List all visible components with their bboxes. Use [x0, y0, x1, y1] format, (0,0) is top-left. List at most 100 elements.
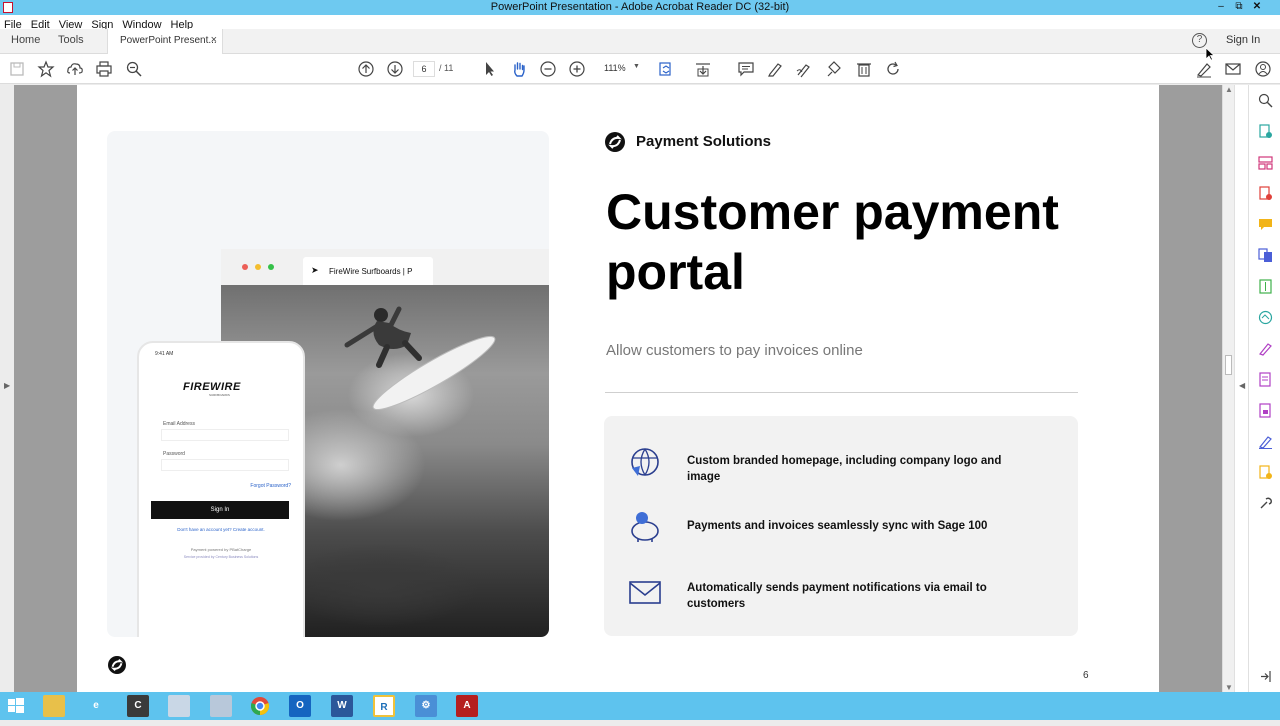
share-user-icon[interactable] — [1254, 60, 1272, 78]
app-c-icon[interactable]: C — [127, 695, 149, 717]
window-title: PowerPoint Presentation - Adobe Acrobat … — [490, 1, 790, 13]
divider — [605, 392, 1078, 393]
create-pdf-icon[interactable] — [1258, 186, 1273, 201]
protect-icon[interactable] — [1258, 403, 1273, 418]
compress-icon[interactable] — [1258, 279, 1273, 294]
slide-subheading: Allow customers to pay invoices online — [606, 342, 863, 359]
tab-home[interactable]: Home — [11, 34, 40, 46]
email-field-label: Email Address — [163, 421, 195, 427]
browser-close-dot — [242, 264, 248, 270]
scroll-mode-icon[interactable] — [694, 60, 712, 78]
send-for-signature-icon[interactable] — [1258, 434, 1273, 449]
print-icon[interactable] — [95, 60, 113, 78]
piggy-bank-icon — [628, 509, 662, 543]
features-panel: Custom branded homepage, including compa… — [604, 416, 1078, 636]
tab-document-label: PowerPoint Present... — [120, 35, 217, 46]
internet-explorer-icon[interactable]: e — [85, 695, 107, 717]
fill-sign-icon[interactable] — [1195, 60, 1213, 78]
outlook-icon[interactable]: O — [289, 695, 311, 717]
windows-taskbar: e C O W R ⚙ A — [0, 692, 1280, 720]
network-icon[interactable] — [210, 695, 232, 717]
feature-text: Payments and invoices seamlessly sync wi… — [687, 520, 988, 532]
footer-logo-icon — [108, 656, 126, 674]
select-cursor-icon[interactable] — [481, 60, 499, 78]
upload-cloud-icon[interactable] — [66, 60, 84, 78]
combine-files-icon[interactable] — [1258, 248, 1273, 263]
stamp-icon[interactable] — [825, 60, 843, 78]
browser-maximize-dot — [268, 264, 274, 270]
zoom-in-icon[interactable] — [568, 60, 586, 78]
minimize-button[interactable]: – — [1213, 0, 1229, 15]
start-button-icon[interactable] — [5, 695, 27, 717]
previous-page-icon[interactable] — [357, 60, 375, 78]
scroll-up-icon[interactable]: ▲ — [1225, 85, 1233, 94]
comment-tool-icon[interactable] — [1258, 217, 1273, 232]
organize-pages-icon[interactable] — [1258, 155, 1273, 170]
right-pane-toggle[interactable]: ◀ — [1234, 85, 1248, 692]
expand-left-panel-icon[interactable]: ▶ — [4, 381, 10, 390]
fit-page-icon[interactable] — [657, 60, 675, 78]
service-provider-text: Service provided by Century Business Sol… — [183, 555, 259, 559]
feature-text: Custom branded homepage, including compa… — [687, 455, 1002, 483]
left-panel-collapsed[interactable]: ▶ — [0, 85, 14, 692]
chrome-icon[interactable] — [249, 695, 271, 717]
bookmark-star-icon[interactable] — [37, 60, 55, 78]
collapse-right-pane-icon[interactable]: ◀ — [1239, 381, 1245, 390]
collapse-tools-icon[interactable] — [1258, 669, 1273, 684]
delete-icon[interactable] — [855, 60, 873, 78]
tab-document[interactable]: PowerPoint Present... × — [107, 29, 223, 54]
zoom-dropdown-icon[interactable]: ▼ — [633, 63, 640, 70]
share-file-icon[interactable] — [1258, 465, 1273, 480]
settings-gear-icon[interactable]: ⚙ — [415, 695, 437, 717]
paint-icon[interactable] — [168, 695, 190, 717]
save-icon[interactable] — [8, 60, 26, 78]
slide-page-number: 6 — [1083, 670, 1089, 681]
create-account-link: Don't have an account yet? Create accoun… — [177, 527, 265, 532]
highlight-pen-icon[interactable] — [766, 60, 784, 78]
password-field-label: Password — [163, 451, 185, 457]
password-field — [161, 459, 289, 471]
close-tab-icon[interactable]: × — [211, 34, 217, 46]
page-number-input[interactable]: 6 — [413, 61, 435, 77]
forgot-password-link: Forgot Password? — [250, 483, 291, 489]
powered-by-text: Payment powered by PBatCharge — [190, 547, 252, 552]
acrobat-taskbar-icon[interactable]: A — [456, 695, 478, 717]
search-icon[interactable] — [1258, 93, 1273, 108]
product-mockup-image: ➤ FireWire Surfboards | P 9:41 AM FIREWI… — [107, 131, 549, 637]
title-bar: PowerPoint Presentation - Adobe Acrobat … — [0, 0, 1280, 15]
scan-enhance-icon[interactable] — [1258, 310, 1273, 325]
word-icon[interactable]: W — [331, 695, 353, 717]
rotate-icon[interactable] — [884, 60, 902, 78]
restore-button[interactable]: ⧉ — [1231, 0, 1247, 15]
tab-tools[interactable]: Tools — [58, 34, 84, 46]
next-page-icon[interactable] — [386, 60, 404, 78]
draw-freehand-icon[interactable] — [795, 60, 813, 78]
page-total: / 11 — [439, 63, 454, 73]
toolbar: 6 / 11 111% ▼ — [0, 54, 1280, 84]
phone-sign-in-button: Sign In — [151, 501, 289, 519]
edit-pdf-icon[interactable] — [1258, 372, 1273, 387]
app-r-icon[interactable]: R — [373, 695, 395, 717]
file-explorer-icon[interactable] — [43, 695, 65, 717]
more-tools-icon[interactable] — [1258, 496, 1273, 511]
zoom-level[interactable]: 111% — [604, 63, 626, 73]
browser-minimize-dot — [255, 264, 261, 270]
email-icon[interactable] — [1224, 60, 1242, 78]
comment-icon[interactable] — [737, 60, 755, 78]
hand-tool-icon[interactable] — [510, 60, 528, 78]
export-pdf-icon[interactable] — [1258, 124, 1273, 139]
close-window-button[interactable]: ✕ — [1249, 0, 1265, 15]
scroll-down-icon[interactable]: ▼ — [1225, 683, 1233, 692]
surfer-silhouette-icon — [344, 306, 496, 411]
sign-in-link[interactable]: Sign In — [1226, 34, 1260, 46]
slide-heading: Customer payment portal — [606, 184, 1059, 300]
vertical-scrollbar[interactable]: ▲ ▼ — [1222, 85, 1234, 692]
browser-tab: ➤ FireWire Surfboards | P — [303, 257, 433, 285]
email-field — [161, 429, 289, 441]
scroll-thumb[interactable] — [1225, 355, 1232, 375]
brand-name: Payment Solutions — [636, 133, 772, 150]
fill-sign-tool-icon[interactable] — [1258, 341, 1273, 356]
search-zoom-icon[interactable] — [125, 60, 143, 78]
zoom-out-icon[interactable] — [539, 60, 557, 78]
help-icon[interactable]: ? — [1192, 33, 1207, 48]
